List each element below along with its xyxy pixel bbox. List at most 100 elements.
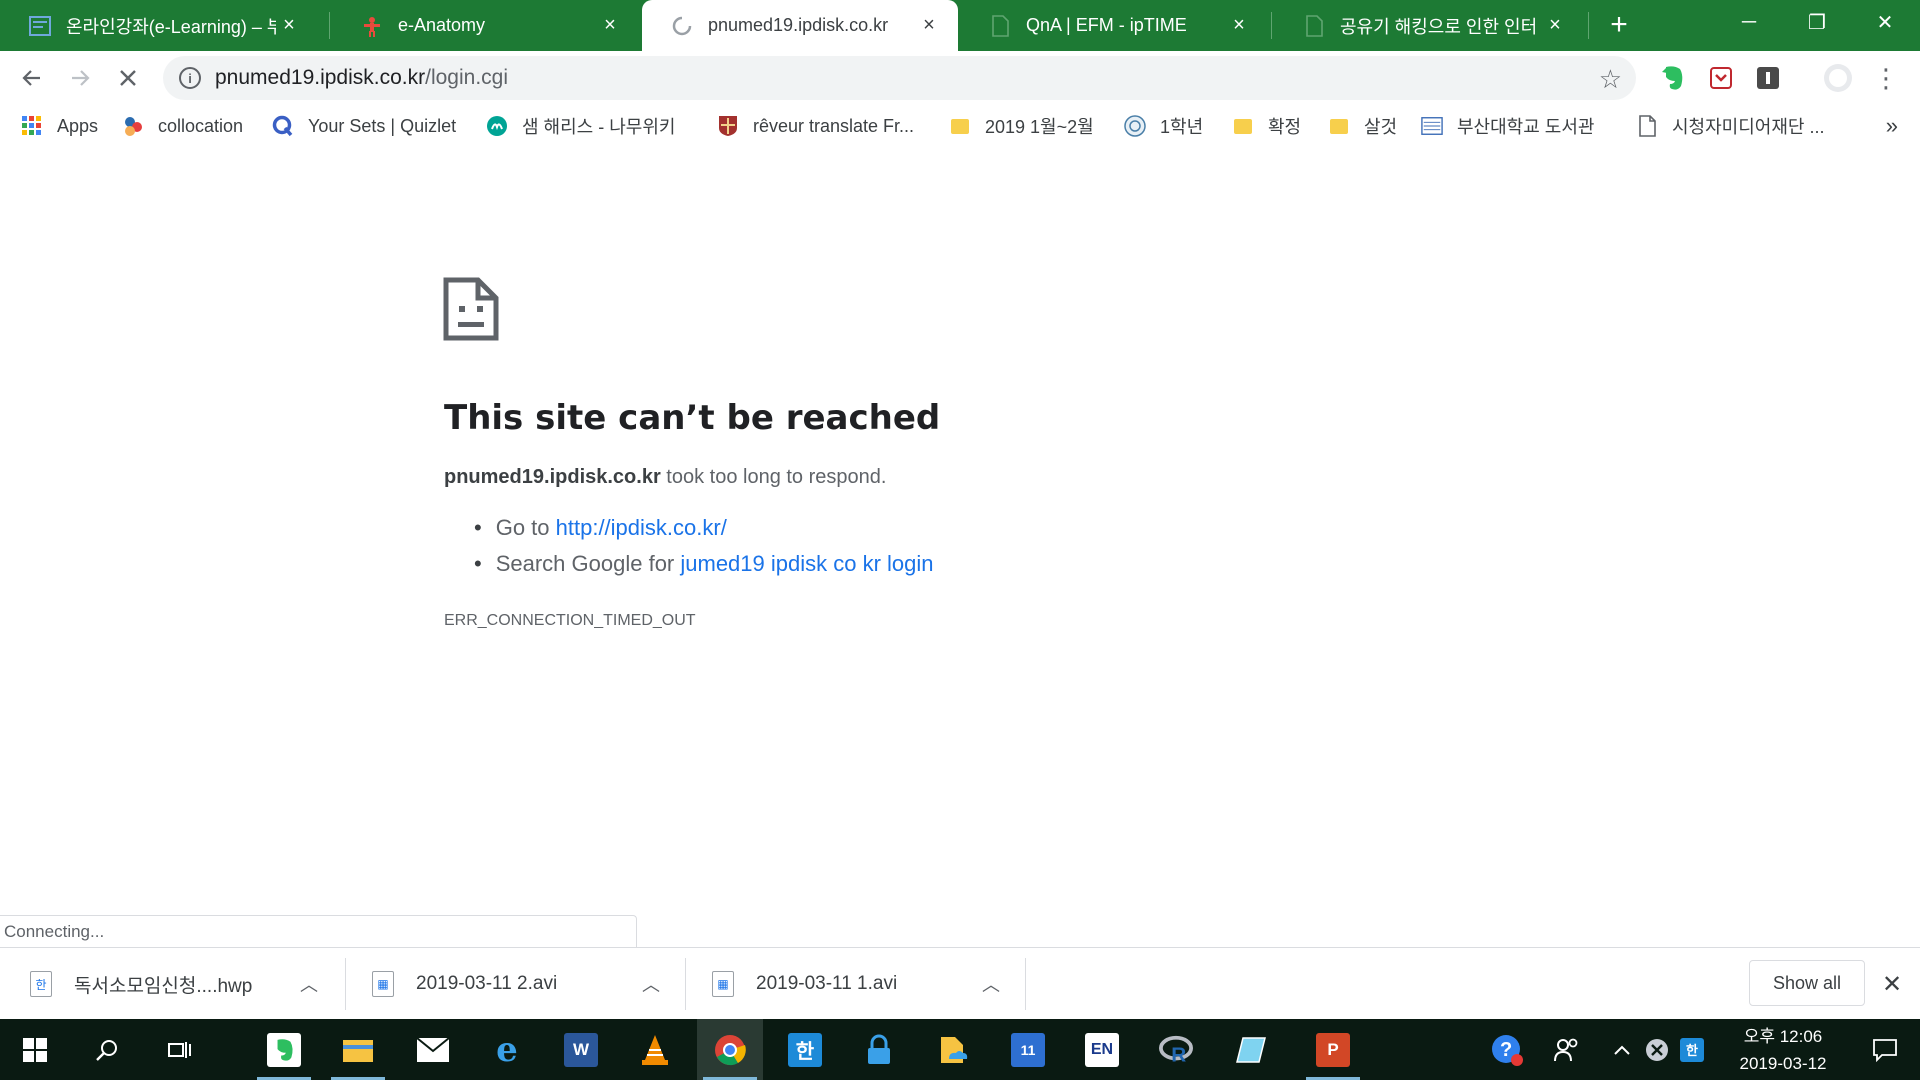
tab-qna-iptime[interactable]: QnA | EFM - ipTIME × xyxy=(960,0,1268,51)
bookmark-apps[interactable]: Apps xyxy=(21,111,98,141)
download-item-hwp[interactable]: 한 독서소모임신청....hwp ︿ xyxy=(30,948,330,1020)
taskbar-evernote[interactable] xyxy=(251,1019,317,1080)
bookmark-folder-confirmed[interactable]: 확정 xyxy=(1232,111,1301,141)
tab-elearning[interactable]: 온라인강좌(e-Learning) – 부 × xyxy=(0,0,318,51)
bookmark-star-icon[interactable]: ☆ xyxy=(1599,64,1622,95)
bookmark-cambridge[interactable]: rêveur translate Fr... xyxy=(717,111,914,141)
pocket-extension-icon[interactable] xyxy=(1706,63,1736,93)
search-google-link[interactable]: jumed19 ipdisk co kr login xyxy=(680,551,933,577)
search-prefix: Search Google for xyxy=(495,551,675,576)
close-window-button[interactable]: ✕ xyxy=(1850,0,1920,44)
profile-avatar-icon[interactable] xyxy=(1823,63,1853,93)
bookmark-media-foundation[interactable]: 시청자미디어재단 ... xyxy=(1636,111,1824,141)
new-tab-button[interactable]: + xyxy=(1602,8,1636,42)
forward-button[interactable] xyxy=(62,60,98,96)
anatomy-favicon-icon xyxy=(360,14,384,38)
download-item-avi-2[interactable]: ▦ 2019-03-11 2.avi ︿ xyxy=(372,948,672,1020)
taskbar-r[interactable]: R xyxy=(1143,1019,1209,1080)
minimize-button[interactable]: ─ xyxy=(1714,0,1784,44)
collocation-icon xyxy=(122,115,144,137)
taskbar-onedrive-folder[interactable] xyxy=(920,1019,986,1080)
browser-toolbar: i pnumed19.ipdisk.co.kr/login.cgi ☆ ⋮ xyxy=(0,51,1920,105)
hangul-ime-icon: 한 xyxy=(1680,1037,1704,1062)
chevron-up-icon[interactable]: ︿ xyxy=(300,971,318,997)
hwp-file-icon: 한 xyxy=(30,971,52,997)
taskbar-hangul[interactable]: 한 xyxy=(772,1019,838,1080)
folder-explorer-icon xyxy=(341,1033,375,1067)
taskbar-word[interactable]: W xyxy=(548,1019,614,1080)
clock-date: 2019-03-12 xyxy=(1739,1054,1827,1073)
bookmark-label: rêveur translate Fr... xyxy=(753,115,915,136)
close-shelf-icon[interactable]: ✕ xyxy=(1882,970,1902,999)
bookmark-quizlet[interactable]: Your Sets | Quizlet xyxy=(272,111,456,141)
goto-link[interactable]: http://ipdisk.co.kr/ xyxy=(556,515,727,541)
address-bar[interactable]: i pnumed19.ipdisk.co.kr/login.cgi ☆ xyxy=(163,56,1636,100)
quizlet-icon xyxy=(272,115,294,137)
taskbar-chrome[interactable] xyxy=(697,1019,763,1080)
people-tray[interactable] xyxy=(1544,1019,1590,1080)
taskbar-vlc[interactable] xyxy=(622,1019,688,1080)
instapaper-extension-icon[interactable] xyxy=(1753,63,1783,93)
lock-icon xyxy=(862,1033,896,1067)
restore-button[interactable]: ❐ xyxy=(1782,0,1852,44)
bookmark-collocation[interactable]: collocation xyxy=(122,111,243,141)
taskbar-file-explorer[interactable] xyxy=(325,1019,391,1080)
tray-app-x[interactable] xyxy=(1640,1019,1674,1080)
windows-logo-icon xyxy=(23,1037,47,1062)
download-filename: 2019-03-11 2.avi xyxy=(416,973,558,994)
bookmark-pnu-library[interactable]: 부산대학교 도서관 xyxy=(1421,111,1594,141)
tab-e-anatomy[interactable]: e-Anatomy × xyxy=(332,0,639,51)
taskbar-lock-app[interactable] xyxy=(846,1019,912,1080)
chevron-up-icon[interactable]: ︿ xyxy=(642,971,660,997)
show-all-downloads-button[interactable]: Show all xyxy=(1749,960,1865,1006)
download-item-avi-1[interactable]: ▦ 2019-03-11 1.avi ︿ xyxy=(712,948,1012,1020)
bookmark-folder-2019[interactable]: 2019 1월~2월 xyxy=(949,111,1094,141)
tray-overflow[interactable] xyxy=(1605,1019,1639,1080)
taskbar-mail[interactable] xyxy=(400,1019,466,1080)
tab-close-icon[interactable]: × xyxy=(916,13,942,39)
loading-spinner-icon xyxy=(670,14,694,38)
tab-strip: 온라인강좌(e-Learning) – 부 × e-Anatomy × pnum… xyxy=(0,0,1920,51)
action-center[interactable] xyxy=(1852,1019,1918,1080)
help-tray[interactable]: ? xyxy=(1484,1019,1530,1080)
taskbar-calendar[interactable]: 11 xyxy=(995,1019,1061,1080)
task-view-button[interactable] xyxy=(146,1019,212,1080)
tab-close-icon[interactable]: × xyxy=(1226,13,1252,39)
stop-loading-button[interactable] xyxy=(110,60,146,96)
search-icon xyxy=(96,1039,117,1061)
taskbar-powerpoint[interactable]: P xyxy=(1300,1019,1366,1080)
bookmark-label: 샘 해리스 - 나무위키 xyxy=(522,117,676,137)
internet-explorer-icon: e xyxy=(496,1029,518,1070)
bookmark-folder-to-buy[interactable]: 살것 xyxy=(1328,111,1397,141)
bookmark-label: 시청자미디어재단 ... xyxy=(1672,117,1825,137)
taskbar-notes-app[interactable] xyxy=(1218,1019,1284,1080)
error-description-rest: took too long to respond. xyxy=(660,466,887,488)
folder-icon xyxy=(949,115,971,137)
evernote-extension-icon[interactable] xyxy=(1658,63,1688,93)
chrome-menu-button[interactable]: ⋮ xyxy=(1868,60,1904,96)
en-dictionary-icon: EN xyxy=(1085,1032,1119,1067)
tab-separator xyxy=(1588,12,1589,39)
download-filename: 독서소모임신청....hwp xyxy=(74,975,253,997)
bookmark-1st-year[interactable]: 1학년 xyxy=(1124,111,1203,141)
tab-close-icon[interactable]: × xyxy=(276,13,302,39)
bookmark-namuwiki[interactable]: 샘 해리스 - 나무위키 xyxy=(486,111,675,141)
bookmarks-overflow-chevron-icon[interactable]: » xyxy=(1886,113,1898,139)
elearning-favicon-icon xyxy=(28,14,52,38)
back-button[interactable] xyxy=(14,60,50,96)
taskbar-internet-explorer[interactable]: e xyxy=(474,1019,540,1080)
tab-pnumed19[interactable]: pnumed19.ipdisk.co.kr × xyxy=(642,0,958,51)
site-info-icon[interactable]: i xyxy=(179,67,201,89)
system-clock[interactable]: 오후 12:06 2019-03-12 xyxy=(1720,1023,1846,1077)
bookmarks-bar: Apps collocation Your Sets | Quizlet 샘 해… xyxy=(0,105,1920,147)
tray-hangul-ime[interactable]: 한 xyxy=(1675,1019,1709,1080)
start-button[interactable] xyxy=(2,1019,68,1080)
tab-close-icon[interactable]: × xyxy=(1542,13,1568,39)
tab-close-icon[interactable]: × xyxy=(597,13,623,39)
sad-page-icon xyxy=(442,276,500,342)
tab-router-hacking[interactable]: 공유기 해킹으로 인한 인터 × xyxy=(1274,0,1584,51)
search-button[interactable] xyxy=(74,1019,140,1080)
taskbar-en-ime[interactable]: EN xyxy=(1069,1019,1135,1080)
error-description: pnumed19.ipdisk.co.kr took too long to r… xyxy=(444,466,886,489)
chevron-up-icon[interactable]: ︿ xyxy=(982,971,1000,997)
